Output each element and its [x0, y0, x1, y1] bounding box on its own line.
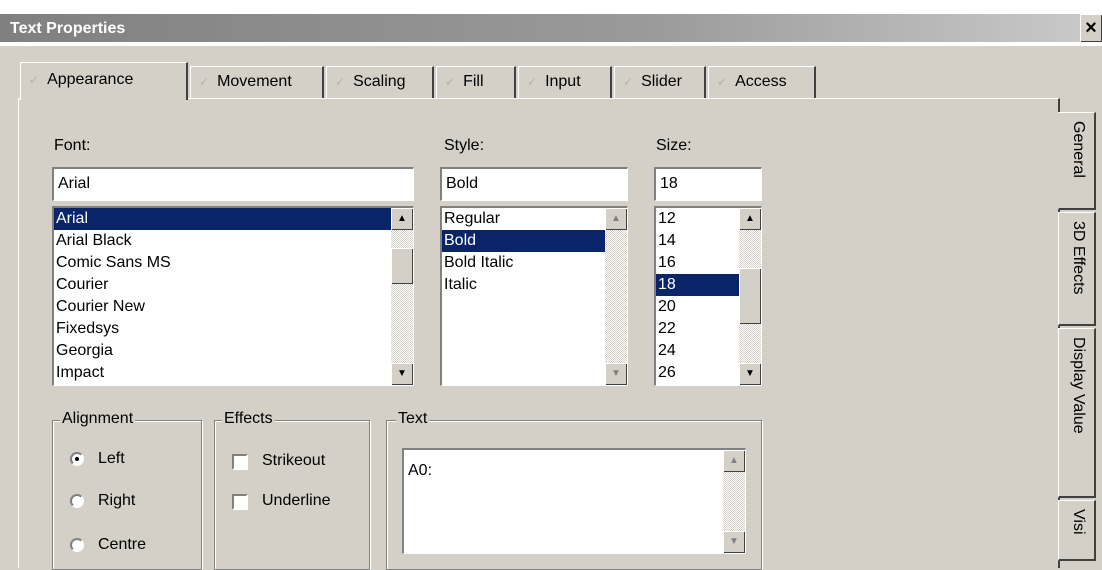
tab-access[interactable]: ✓ Access: [708, 66, 816, 98]
style-label: Style:: [444, 137, 485, 154]
close-icon: ×: [1085, 17, 1097, 39]
size-list-scrollbar[interactable]: ▲ ▼: [739, 208, 761, 385]
arrow-up-icon[interactable]: ▲: [739, 208, 761, 230]
font-list-item[interactable]: Courier New: [54, 296, 413, 318]
strikeout-checkbox[interactable]: [232, 454, 248, 470]
arrow-up-icon[interactable]: ▲: [723, 450, 745, 472]
style-list-item[interactable]: Italic: [442, 274, 627, 296]
underline-checkbox[interactable]: [232, 494, 248, 510]
tab-input[interactable]: ✓ Input: [518, 66, 612, 98]
scroll-thumb[interactable]: [391, 248, 413, 284]
text-area-scrollbar[interactable]: ▲ ▼: [723, 450, 745, 553]
font-input[interactable]: Arial: [52, 167, 414, 201]
side-tab-visibility[interactable]: Visi: [1058, 500, 1096, 561]
side-tab-display-value[interactable]: Display Value: [1058, 328, 1096, 498]
radio-button[interactable]: [70, 452, 84, 466]
check-mark-icon: ✓: [335, 75, 346, 89]
text-area[interactable]: A0: ▲ ▼: [402, 448, 746, 554]
radio-button[interactable]: [70, 538, 84, 552]
check-mark-icon: ✓: [527, 75, 538, 89]
check-mark-icon: ✓: [29, 73, 40, 87]
effects-legend: Effects: [222, 410, 275, 428]
text-legend: Text: [396, 410, 430, 428]
arrow-up-icon[interactable]: ▲: [605, 208, 627, 230]
radio-button[interactable]: [70, 494, 84, 508]
alignment-legend: Alignment: [60, 410, 136, 428]
arrow-up-icon[interactable]: ▲: [391, 208, 413, 230]
style-list-item[interactable]: Bold: [442, 230, 627, 252]
tab-appearance[interactable]: ✓ Appearance: [20, 62, 188, 100]
arrow-down-icon[interactable]: ▼: [605, 363, 627, 385]
font-list-item[interactable]: Impact: [54, 362, 413, 384]
title-bar: [0, 0, 1102, 46]
check-mark-icon: ✓: [717, 75, 728, 89]
style-input[interactable]: Bold: [440, 167, 628, 201]
size-list[interactable]: 12 14 16 18 20 22 24 26 ▲ ▼: [654, 206, 762, 386]
tab-scaling[interactable]: ✓ Scaling: [326, 66, 434, 98]
font-list-item[interactable]: Arial Black: [54, 230, 413, 252]
scroll-thumb[interactable]: [739, 268, 761, 324]
check-mark-icon: ✓: [199, 75, 210, 89]
close-button[interactable]: ×: [1080, 14, 1102, 42]
font-list-item[interactable]: Fixedsys: [54, 318, 413, 340]
window-title: Text Properties: [10, 20, 126, 37]
font-list-scrollbar[interactable]: ▲ ▼: [391, 208, 413, 385]
check-mark-icon: ✓: [623, 75, 634, 89]
style-list[interactable]: Regular Bold Bold Italic Italic ▲ ▼: [440, 206, 628, 386]
tab-movement[interactable]: ✓ Movement: [190, 66, 324, 98]
tab-slider[interactable]: ✓ Slider: [614, 66, 706, 98]
arrow-down-icon[interactable]: ▼: [391, 363, 413, 385]
tab-fill[interactable]: ✓ Fill: [436, 66, 516, 98]
arrow-down-icon[interactable]: ▼: [739, 363, 761, 385]
style-list-item[interactable]: Regular: [442, 208, 627, 230]
font-label: Font:: [54, 137, 91, 154]
arrow-down-icon[interactable]: ▼: [723, 531, 745, 553]
font-list-item[interactable]: Courier: [54, 274, 413, 296]
side-tab-general[interactable]: General: [1058, 112, 1096, 210]
size-label: Size:: [656, 137, 692, 154]
font-list-item[interactable]: Comic Sans MS: [54, 252, 413, 274]
side-tab-3d-effects[interactable]: 3D Effects: [1058, 212, 1096, 326]
font-list-item[interactable]: Arial: [54, 208, 413, 230]
style-list-scrollbar[interactable]: ▲ ▼: [605, 208, 627, 385]
style-list-item[interactable]: Bold Italic: [442, 252, 627, 274]
check-mark-icon: ✓: [445, 75, 456, 89]
size-input[interactable]: 18: [654, 167, 762, 201]
font-list[interactable]: Arial Arial Black Comic Sans MS Courier Cour…: [52, 206, 414, 386]
font-list-item[interactable]: Georgia: [54, 340, 413, 362]
